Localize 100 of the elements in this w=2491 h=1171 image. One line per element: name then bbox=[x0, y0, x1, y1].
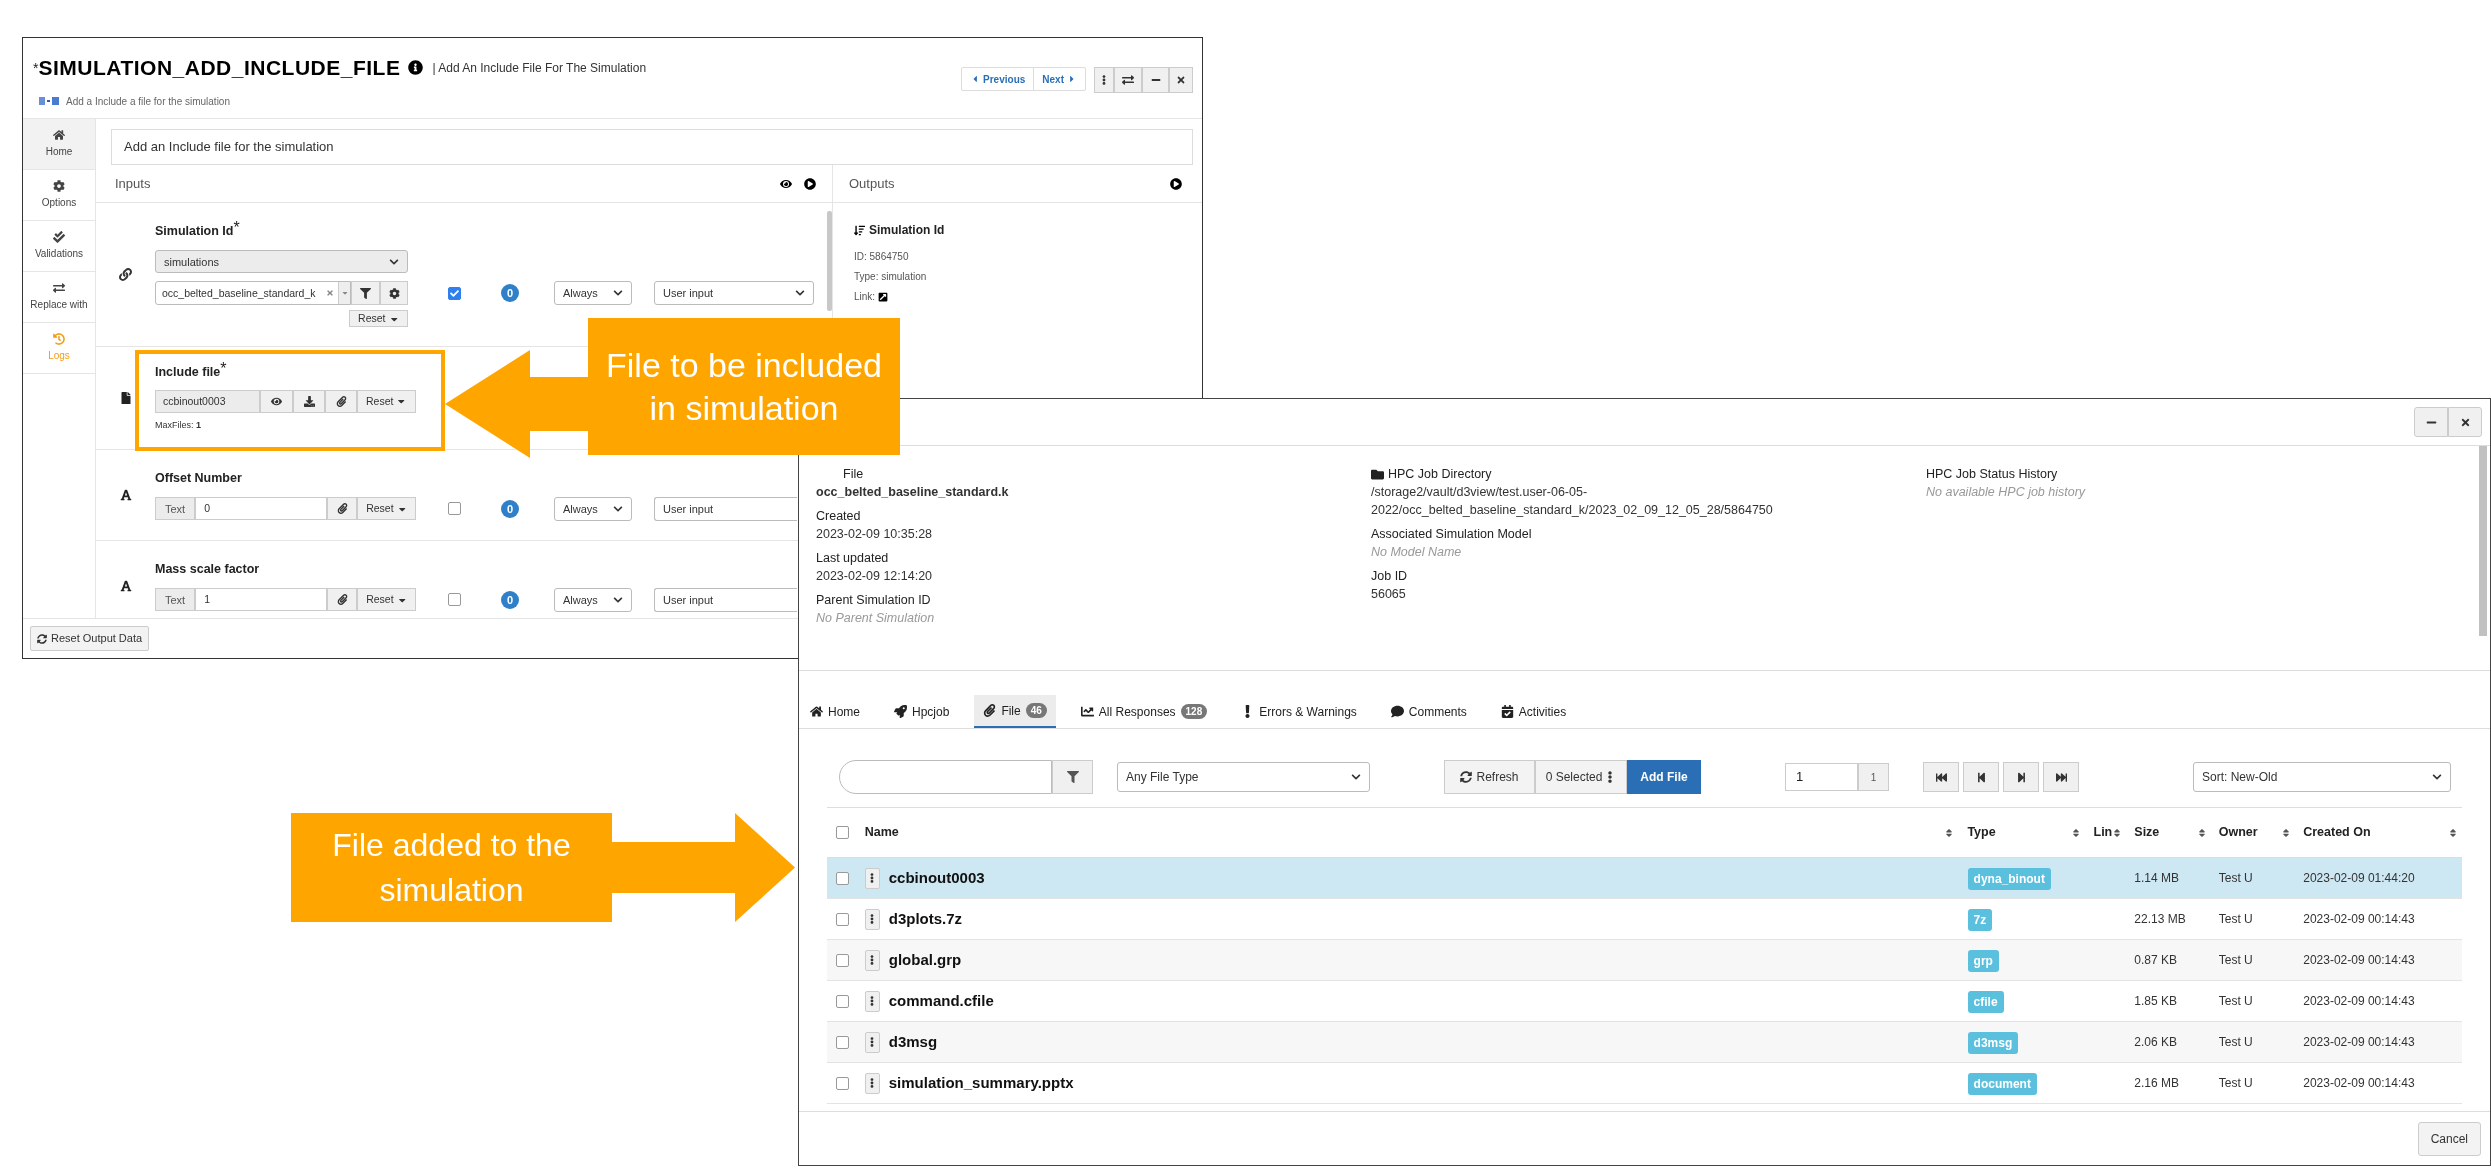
sidebar-item[interactable]: Replace with bbox=[23, 272, 95, 323]
column-header[interactable]: Name bbox=[864, 823, 899, 842]
source-select[interactable]: User input bbox=[654, 587, 797, 612]
condition-select[interactable]: Always bbox=[554, 281, 632, 306]
scrollbar[interactable] bbox=[827, 211, 832, 311]
field-label: Mass scale factor bbox=[155, 561, 260, 579]
attach-button[interactable] bbox=[327, 497, 358, 521]
sidebar-item[interactable]: Validations bbox=[23, 221, 95, 272]
download-button[interactable] bbox=[293, 390, 325, 414]
reset-button[interactable]: Reset bbox=[357, 390, 416, 414]
condition-select[interactable]: Always bbox=[554, 587, 632, 612]
add-file-button[interactable]: Add File bbox=[1627, 760, 1701, 794]
row-menu-button[interactable] bbox=[864, 990, 880, 1012]
detail-value: 56065 bbox=[1371, 586, 1407, 603]
minimize-button[interactable] bbox=[1142, 67, 1169, 93]
column-header[interactable]: Lin bbox=[2093, 823, 2113, 842]
row-menu-button[interactable] bbox=[864, 949, 880, 971]
checkbox[interactable] bbox=[447, 286, 461, 300]
tab[interactable]: Home bbox=[801, 695, 869, 728]
scrollbar[interactable] bbox=[2479, 446, 2487, 636]
link-icon bbox=[119, 268, 132, 281]
value-field[interactable]: 1 bbox=[195, 588, 328, 612]
callout-box: File to be included in simulation bbox=[588, 318, 900, 455]
next-page-button[interactable] bbox=[2003, 762, 2039, 792]
tab[interactable]: Comments bbox=[1381, 695, 1476, 728]
checkbox[interactable] bbox=[836, 1035, 850, 1049]
table-cell-text: Test U bbox=[2217, 911, 2254, 928]
file-field[interactable]: ccbinout0003 bbox=[155, 390, 260, 414]
close-icon bbox=[1176, 75, 1186, 85]
simulation-field[interactable]: occ_belted_baseline_standard_k bbox=[155, 281, 351, 306]
previous-button[interactable]: Previous bbox=[962, 68, 1035, 90]
reset-button[interactable]: Reset bbox=[357, 497, 417, 521]
view-button[interactable] bbox=[260, 390, 293, 414]
source-select[interactable]: User input bbox=[654, 496, 797, 521]
next-button[interactable]: Next bbox=[1034, 68, 1085, 90]
tab[interactable]: Hpcjob bbox=[885, 695, 959, 728]
table-cell-text: 2023-02-09 00:14:43 bbox=[2302, 1075, 2416, 1092]
type-tag: dyna_binout bbox=[1967, 868, 2051, 890]
file-type-select[interactable]: Any File Type bbox=[1117, 762, 1370, 792]
source-select[interactable]: User input bbox=[654, 281, 814, 306]
row-menu-button[interactable] bbox=[864, 1031, 880, 1053]
row-menu-button[interactable] bbox=[864, 867, 880, 889]
column-header[interactable]: Type bbox=[1967, 823, 1996, 842]
reset-output-button[interactable]: Reset Output Data bbox=[30, 626, 150, 651]
tab[interactable]: Errors & Warnings bbox=[1232, 695, 1366, 728]
column-header[interactable]: Created On bbox=[2303, 823, 2371, 842]
sort-select[interactable]: Sort: New-Old bbox=[2193, 762, 2451, 792]
swap-arrows-icon bbox=[53, 282, 65, 294]
checkbox[interactable] bbox=[836, 871, 850, 885]
type-select[interactable]: simulations bbox=[155, 250, 408, 274]
attach-button[interactable] bbox=[327, 588, 358, 612]
refresh-button[interactable]: Refresh bbox=[1444, 760, 1535, 794]
checkbox[interactable] bbox=[447, 593, 461, 607]
previous-page-button[interactable] bbox=[1963, 762, 1999, 792]
refresh-icon bbox=[1460, 771, 1473, 783]
condition-select[interactable]: Always bbox=[554, 496, 632, 521]
checkbox[interactable] bbox=[836, 826, 850, 839]
table-cell-text: 1.85 KB bbox=[2133, 993, 2179, 1010]
value-field[interactable]: 0 bbox=[195, 497, 328, 521]
column-header[interactable]: Size bbox=[2134, 823, 2160, 842]
row-menu-button[interactable] bbox=[864, 908, 880, 930]
tab[interactable]: File 46 bbox=[974, 695, 1056, 728]
table-row[interactable]: ccbinout0003 dyna_binout 1.14 MB Test U 2023-02-09 01:44:20 bbox=[827, 858, 2462, 899]
type-tag: 7z bbox=[1967, 909, 1993, 931]
checkbox[interactable] bbox=[836, 994, 850, 1008]
search-field[interactable] bbox=[839, 760, 1052, 794]
reset-button[interactable]: Reset bbox=[357, 588, 417, 612]
tab[interactable]: Activities bbox=[1491, 695, 1576, 728]
page-field[interactable]: 1 bbox=[1785, 763, 1858, 791]
sidebar-item[interactable]: Home bbox=[23, 119, 95, 170]
table-cell-text: 0.87 KB bbox=[2133, 952, 2179, 969]
checkbox[interactable] bbox=[836, 953, 850, 967]
description-field[interactable]: Add an Include file for the simulation bbox=[111, 129, 1193, 165]
chevron-down-icon bbox=[613, 594, 623, 605]
table-row[interactable]: global.grp grp 0.87 KB Test U 2023-02-09 00:14:43 bbox=[827, 940, 2462, 981]
selection-button[interactable]: 0 Selected bbox=[1535, 760, 1627, 794]
count-badge: 0 bbox=[501, 590, 519, 609]
table-row[interactable]: d3msg d3msg 2.06 KB Test U 2023-02-09 00:14:43 bbox=[827, 1022, 2462, 1063]
row-menu-button[interactable] bbox=[864, 1072, 880, 1094]
sidebar-item[interactable]: Options bbox=[23, 170, 95, 221]
tab[interactable]: All Responses 128 bbox=[1071, 695, 1217, 728]
cancel-button[interactable]: Cancel bbox=[2417, 1121, 2481, 1156]
checkbox[interactable] bbox=[836, 912, 850, 926]
filter-button[interactable] bbox=[1052, 760, 1093, 794]
more-button[interactable] bbox=[1094, 67, 1114, 93]
attach-button[interactable] bbox=[325, 390, 357, 414]
type-tag: grp bbox=[1967, 950, 1999, 972]
checkbox[interactable] bbox=[447, 502, 461, 516]
last-page-button[interactable] bbox=[2043, 762, 2079, 792]
close-button[interactable] bbox=[1169, 67, 1193, 93]
checkbox[interactable] bbox=[836, 1076, 850, 1090]
output-detail: Type: simulation bbox=[854, 270, 928, 284]
reset-button[interactable]: Reset bbox=[349, 310, 408, 328]
sort-icon bbox=[854, 224, 865, 236]
close-button[interactable] bbox=[2448, 407, 2482, 437]
first-page-button[interactable] bbox=[1923, 762, 1959, 792]
filter-button[interactable] bbox=[351, 281, 380, 306]
column-header[interactable]: Owner bbox=[2218, 823, 2258, 842]
settings-button[interactable] bbox=[380, 281, 408, 306]
swap-button[interactable] bbox=[1114, 67, 1142, 93]
